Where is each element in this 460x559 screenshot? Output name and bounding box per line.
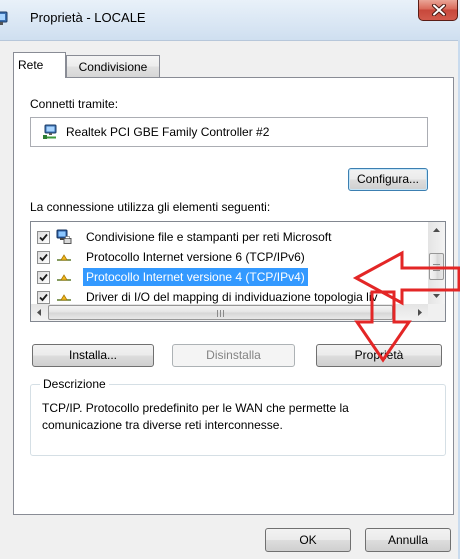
scroll-left-button[interactable] — [31, 304, 48, 321]
adapter-field: Realtek PCI GBE Family Controller #2 — [30, 117, 428, 147]
title-bar[interactable]: Proprietà - LOCALE — [0, 0, 460, 40]
item-checkbox[interactable] — [37, 231, 50, 244]
window-title: Proprietà - LOCALE — [30, 10, 146, 25]
horizontal-scrollbar[interactable] — [31, 304, 428, 321]
network-connection-icon — [0, 10, 9, 26]
description-title: Descrizione — [40, 377, 109, 391]
adapter-name: Realtek PCI GBE Family Controller #2 — [66, 125, 270, 139]
vertical-scroll-thumb[interactable] — [429, 253, 444, 280]
item-checkbox[interactable] — [37, 251, 50, 264]
configure-button[interactable]: Configura... — [348, 168, 428, 191]
tab-condivisione[interactable]: Condivisione — [66, 55, 160, 77]
components-list[interactable]: Condivisione file e stampanti per reti M… — [30, 221, 446, 322]
arrow-up-icon — [428, 228, 445, 242]
list-item-label: Protocollo Internet versione 6 (TCP/IPv6… — [86, 250, 305, 264]
ok-button[interactable]: OK — [265, 528, 351, 552]
properties-button[interactable]: Proprietà — [316, 344, 442, 367]
components-label: La connessione utilizza gli elementi seg… — [30, 200, 271, 214]
network-protocol-icon — [56, 249, 72, 265]
scrollbar-corner — [428, 304, 445, 321]
description-text: TCP/IP. Protocollo predefinito per le WA… — [42, 401, 349, 432]
horizontal-scroll-thumb[interactable] — [48, 305, 393, 320]
grip-icon — [217, 306, 224, 320]
tab-rete[interactable]: Rete — [13, 52, 66, 78]
list-item-label: Driver di I/O del mapping di individuazi… — [86, 290, 378, 304]
file-printer-sharing-icon — [56, 229, 72, 245]
cancel-button[interactable]: Annulla — [365, 528, 451, 552]
list-item[interactable]: Driver di I/O del mapping di individuazi… — [31, 287, 428, 304]
network-adapter-icon — [42, 124, 58, 140]
list-item[interactable]: Condivisione file e stampanti per reti M… — [31, 227, 428, 247]
uninstall-button[interactable]: Disinstalla — [172, 344, 295, 367]
arrow-left-icon — [31, 309, 48, 321]
list-item[interactable]: Protocollo Internet versione 6 (TCP/IPv6… — [31, 247, 428, 267]
list-item[interactable]: Protocollo Internet versione 4 (TCP/IPv4… — [31, 267, 428, 287]
vertical-scrollbar[interactable] — [428, 222, 445, 304]
arrow-right-icon — [411, 309, 428, 321]
install-button[interactable]: Installa... — [32, 344, 154, 367]
scroll-down-button[interactable] — [428, 287, 445, 304]
scroll-right-button[interactable] — [411, 304, 428, 321]
components-list-rows: Condivisione file e stampanti per reti M… — [31, 222, 428, 304]
close-button[interactable] — [418, 0, 458, 21]
list-item-label: Condivisione file e stampanti per reti M… — [86, 230, 332, 244]
scroll-up-button[interactable] — [428, 222, 445, 239]
list-item-label: Protocollo Internet versione 4 (TCP/IPv4… — [83, 268, 308, 286]
network-protocol-icon — [56, 289, 72, 304]
network-protocol-icon — [56, 269, 72, 285]
item-checkbox[interactable] — [37, 271, 50, 284]
item-checkbox[interactable] — [37, 291, 50, 304]
connect-label: Connetti tramite: — [30, 97, 119, 111]
grip-icon — [433, 260, 440, 274]
